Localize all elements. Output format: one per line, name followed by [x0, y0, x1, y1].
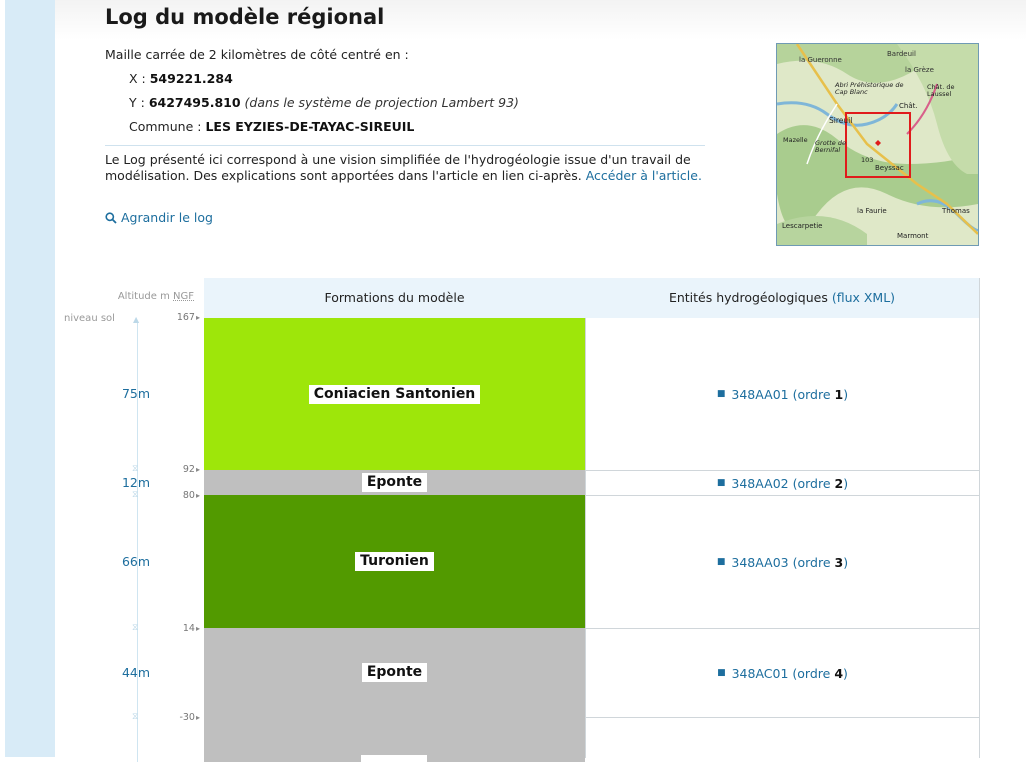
x-value: 549221.284 — [149, 71, 233, 86]
table-right-border — [979, 278, 980, 758]
location-map[interactable]: la Gueronne Bardeuil la Grèze Abri Préhi… — [776, 43, 979, 246]
formation-cell-next[interactable] — [204, 717, 585, 763]
entity-code-link[interactable]: 348AA01 — [731, 387, 788, 402]
map-label: Mazelle — [783, 136, 808, 144]
map-label: Sireuil — [829, 116, 853, 125]
altitude-tick: 14 — [160, 623, 200, 634]
map-label: Chât. de Laussel — [927, 83, 955, 98]
altitude-header: Altitude m NGF — [118, 291, 194, 302]
formation-label: Eponte — [361, 473, 428, 492]
altitude-tick: 167 — [160, 312, 200, 323]
map-label: Lescarpetie — [782, 222, 823, 230]
altitude-tick: 92 — [160, 464, 200, 475]
entity-row[interactable]: ■ 348AA03 (ordre 3) — [586, 496, 979, 628]
row-divider — [586, 717, 979, 718]
formation-cell[interactable]: Eponte — [204, 628, 585, 717]
maille-text: Maille carrée de 2 kilomètres de côté ce… — [105, 47, 409, 62]
left-sidebar-strip — [5, 0, 55, 757]
thickness-separator: ⧖ — [132, 712, 139, 722]
entity-ordre: 1 — [834, 386, 844, 402]
thickness-separator: ⧖ — [132, 464, 139, 474]
col-entites-label: Entités hydrogéologiques — [668, 290, 828, 305]
commune-value: LES EYZIES-DE-TAYAC-SIREUIL — [205, 119, 415, 134]
col-formations-header: Formations du modèle — [324, 290, 465, 305]
map-label: Grotte de Bernifal — [815, 139, 846, 154]
agrandir-link[interactable]: Agrandir le log — [105, 210, 213, 225]
formation-label: Eponte — [361, 663, 428, 682]
axis-arrow: ▲ — [133, 315, 140, 324]
x-coordinate: X : 549221.284 — [129, 71, 233, 86]
layer-thickness: 44m — [121, 665, 151, 680]
log-table-header: Formations du modèle Entités hydrogéolog… — [204, 278, 979, 319]
altitude-tick: 80 — [160, 490, 200, 501]
flux-xml-link[interactable]: (flux XML) — [832, 290, 895, 305]
x-label: X : — [129, 71, 146, 86]
y-label: Y : — [129, 95, 145, 110]
layer-thickness: 12m — [121, 475, 151, 490]
description-paragraph: Le Log présenté ici correspond à une vis… — [105, 152, 705, 183]
entity-code-link[interactable]: 348AA02 — [731, 476, 788, 491]
entity-row[interactable]: ■ 348AA01 (ordre 1) — [586, 318, 979, 470]
row-divider — [586, 470, 979, 471]
entity-row[interactable]: ■ 348AA02 (ordre 2) — [586, 471, 979, 495]
formation-cell[interactable]: Eponte — [204, 470, 585, 495]
col-entites-header: Entités hydrogéologiques (flux XML) — [585, 278, 979, 318]
entity-ordre: 4 — [834, 665, 844, 681]
entity-row[interactable]: ■ 348AC01 (ordre 4) — [586, 629, 979, 717]
commune-label: Commune : — [129, 119, 202, 134]
entity-ordre: 2 — [834, 475, 844, 491]
map-label: Marmont — [897, 232, 929, 240]
entity-ordre: 3 — [834, 554, 844, 570]
map-label: la Gueronne — [799, 56, 842, 64]
map-label: Abri Préhistorique de Cap Blanc — [835, 81, 904, 96]
formation-label: Coniacien Santonien — [308, 384, 481, 404]
formation-label: Turonien — [355, 552, 434, 571]
article-link[interactable]: Accéder à l'article. — [586, 168, 702, 183]
formation-cell[interactable]: Turonien — [204, 495, 585, 628]
thickness-separator: ⧖ — [132, 623, 139, 633]
map-label: Thomas — [942, 207, 970, 215]
map-label: Beyssac — [875, 164, 904, 172]
entity-code-link[interactable]: 348AC01 — [732, 666, 789, 681]
formation-cell[interactable]: Coniacien Santonien — [204, 318, 585, 470]
page-title: Log du modèle régional — [105, 5, 385, 29]
commune: Commune : LES EYZIES-DE-TAYAC-SIREUIL — [129, 119, 414, 134]
search-icon — [105, 211, 117, 224]
agrandir-label: Agrandir le log — [121, 210, 213, 225]
layer-thickness: 75m — [121, 386, 151, 401]
row-divider — [586, 495, 979, 496]
map-label: 103 — [861, 156, 874, 164]
y-value: 6427495.810 — [148, 95, 241, 110]
map-label: la Faurie — [857, 207, 887, 215]
column-divider — [585, 318, 586, 758]
y-coordinate: Y : 6427495.810 (dans le système de proj… — [129, 95, 519, 110]
row-divider — [586, 628, 979, 629]
thickness-separator: ⧖ — [132, 490, 139, 500]
layer-thickness: 66m — [121, 554, 151, 569]
niveau-sol-label: niveau sol — [64, 313, 115, 324]
map-label: la Grèze — [905, 66, 934, 74]
map-label: Chât. — [899, 102, 918, 110]
ngf-abbr[interactable]: NGF — [173, 291, 194, 302]
entity-code-link[interactable]: 348AA03 — [731, 555, 788, 570]
altitude-tick: -30 — [160, 712, 200, 723]
altitude-label: Altitude m — [117, 291, 170, 302]
map-label: Bardeuil — [887, 50, 916, 58]
y-note: (dans le système de projection Lambert 9… — [244, 95, 519, 110]
divider — [105, 145, 705, 146]
